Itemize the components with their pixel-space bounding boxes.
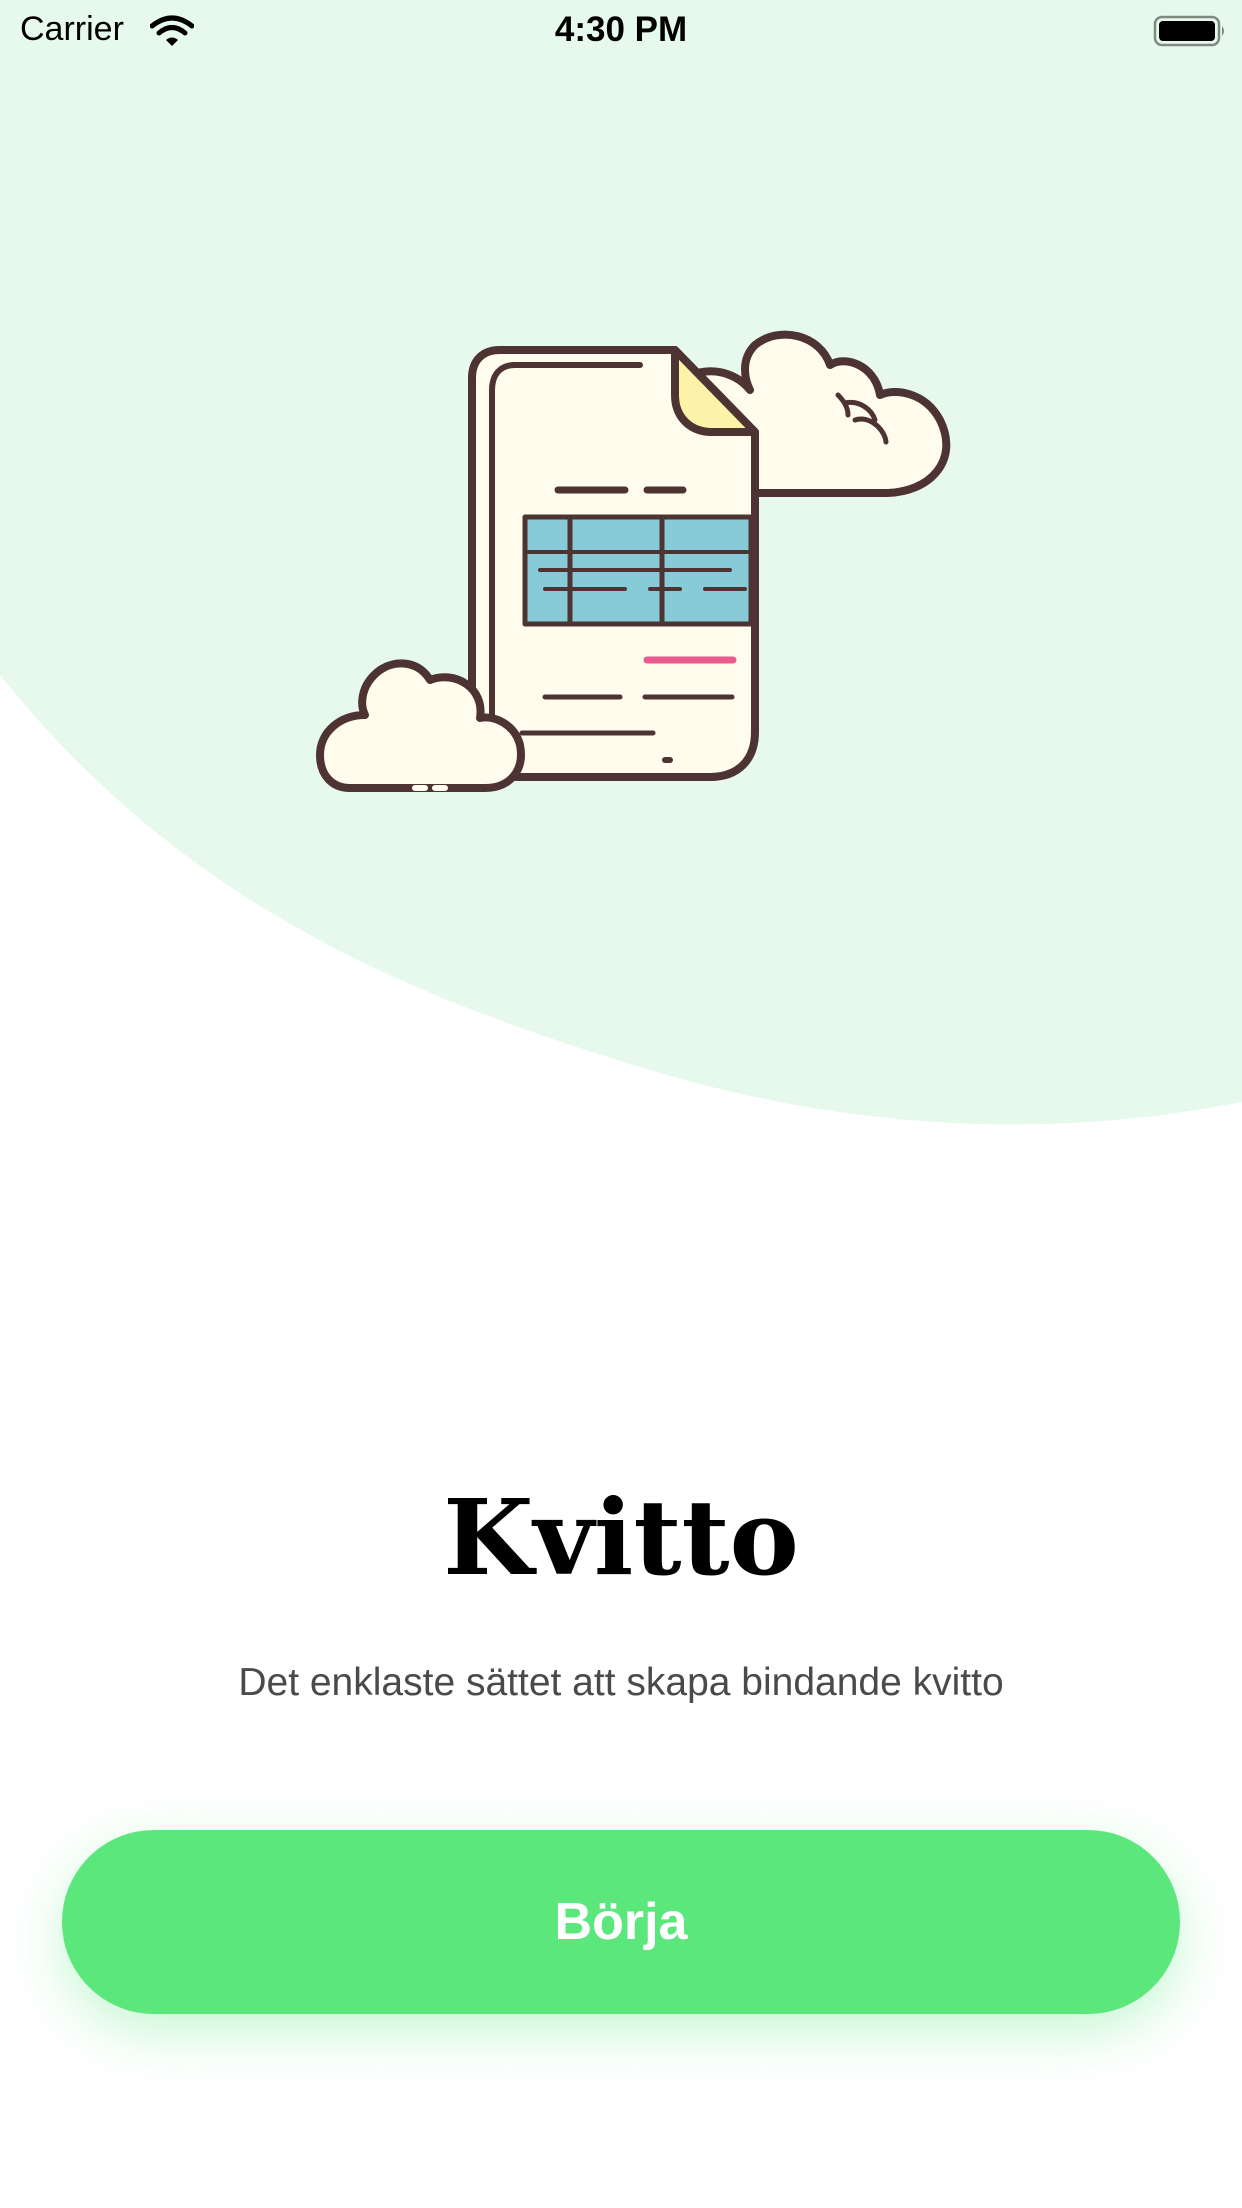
status-time: 4:30 PM	[554, 10, 688, 49]
app-subtitle: Det enklaste sättet att skapa bindande k…	[238, 1661, 1004, 1704]
start-button[interactable]: Börja	[62, 1830, 1180, 2014]
app-title: Kvitto	[443, 1476, 799, 1599]
receipt-illustration	[316, 330, 951, 792]
battery-icon	[1153, 15, 1224, 47]
status-bar: Carrier 4:30 PM	[0, 0, 1242, 62]
